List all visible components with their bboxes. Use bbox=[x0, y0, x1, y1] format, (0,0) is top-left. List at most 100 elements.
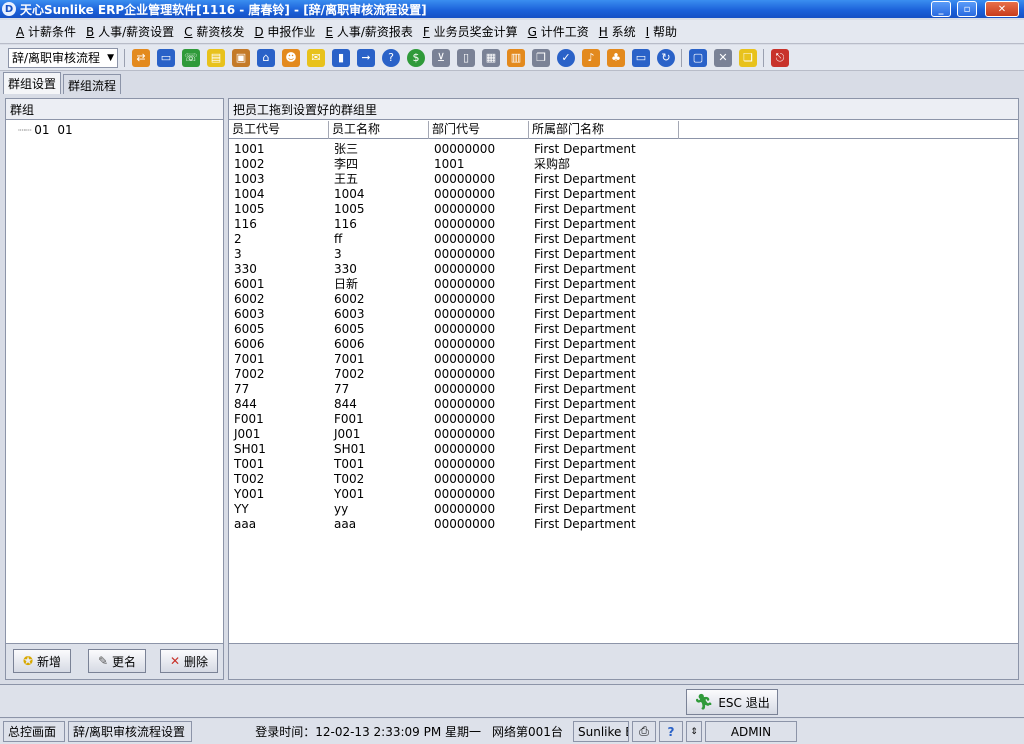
minimize-button[interactable]: _ bbox=[931, 1, 951, 17]
status-spinner-button[interactable]: ⇕ bbox=[686, 721, 702, 742]
cascade-windows-icon[interactable]: ❏ bbox=[739, 48, 757, 67]
cell-dept-code: 00000000 bbox=[434, 457, 496, 471]
menu-label: 申报作业 bbox=[263, 25, 316, 39]
check-icon[interactable]: ✓ bbox=[557, 48, 575, 67]
copy-icon[interactable]: ❐ bbox=[532, 48, 550, 67]
table-row[interactable]: 1002 李四 1001 采购部 bbox=[229, 157, 1018, 172]
table-row[interactable]: F001 F001 00000000 First Department bbox=[229, 412, 1018, 427]
menu-item-help[interactable]: I 帮助 bbox=[646, 23, 677, 40]
table-row[interactable]: 7001 7001 00000000 First Department bbox=[229, 352, 1018, 367]
table-row[interactable]: T001 T001 00000000 First Department bbox=[229, 457, 1018, 472]
cell-emp-code: SH01 bbox=[234, 442, 266, 456]
mail-icon[interactable]: ✉ bbox=[307, 48, 325, 67]
table-row[interactable]: 330 330 00000000 First Department bbox=[229, 262, 1018, 277]
status-tray-icon[interactable]: ⎙ bbox=[632, 721, 656, 742]
cell-dept-name: First Department bbox=[534, 442, 636, 456]
menu-item-hr-reports[interactable]: E 人事/薪资报表 bbox=[325, 23, 412, 40]
help-icon[interactable]: ? bbox=[382, 48, 400, 67]
cell-emp-name: ff bbox=[334, 232, 343, 246]
table-row[interactable]: 1005 1005 00000000 First Department bbox=[229, 202, 1018, 217]
menu-item-hr-settings[interactable]: B 人事/薪资设置 bbox=[86, 23, 174, 40]
table-row[interactable]: 6002 6002 00000000 First Department bbox=[229, 292, 1018, 307]
table-row[interactable]: 7002 7002 00000000 First Department bbox=[229, 367, 1018, 382]
document-icon[interactable]: ▯ bbox=[457, 48, 475, 67]
table-row[interactable]: Y001 Y001 00000000 First Department bbox=[229, 487, 1018, 502]
table-row[interactable]: 77 77 00000000 First Department bbox=[229, 382, 1018, 397]
transfer-icon[interactable]: ⇄ bbox=[132, 48, 150, 67]
table-row[interactable]: 844 844 00000000 First Department bbox=[229, 397, 1018, 412]
maximize-button[interactable]: ▫ bbox=[957, 1, 977, 17]
database-icon[interactable]: ▥ bbox=[507, 48, 525, 67]
col-header-dept-name[interactable]: 所属部门名称 bbox=[529, 121, 679, 139]
close-icon: ✕ bbox=[997, 3, 1007, 15]
close-button[interactable]: ✕ bbox=[985, 1, 1019, 17]
monitor-icon[interactable]: ▭ bbox=[157, 48, 175, 67]
rename-button[interactable]: ✎ 更名 bbox=[88, 649, 146, 673]
cell-dept-name: First Department bbox=[534, 322, 636, 336]
col-header-emp-code[interactable]: 员工代号 bbox=[229, 121, 329, 139]
tab-group-settings[interactable]: 群组设置 bbox=[3, 72, 62, 94]
delete-button[interactable]: ✕ 删除 bbox=[160, 649, 218, 673]
table-row[interactable]: YY yy 00000000 First Department bbox=[229, 502, 1018, 517]
calculator-icon[interactable]: ▦ bbox=[482, 48, 500, 67]
close-window-icon[interactable]: ✕ bbox=[714, 48, 732, 67]
users-icon[interactable]: ☻ bbox=[282, 48, 300, 67]
table-row[interactable]: 6003 6003 00000000 First Department bbox=[229, 307, 1018, 322]
cart-icon[interactable]: ⊻ bbox=[432, 48, 450, 67]
col-header-emp-name[interactable]: 员工名称 bbox=[329, 121, 429, 139]
folder-icon[interactable]: ▤ bbox=[207, 48, 225, 67]
pin-icon[interactable]: ➞ bbox=[357, 48, 375, 67]
lightbulb-icon: ✪ bbox=[22, 654, 34, 668]
menu-item-sales-bonus[interactable]: F 业务员奖金计算 bbox=[423, 23, 518, 40]
table-row[interactable]: 6001 日新 00000000 First Department bbox=[229, 277, 1018, 292]
status-current-window[interactable]: 辞/离职审核流程设置 bbox=[68, 721, 192, 742]
status-home[interactable]: 总控画面 bbox=[3, 721, 65, 742]
status-login-time: 登录时间：12-02-13 2:33:09 PM 星期一 bbox=[195, 721, 485, 742]
employee-grid[interactable]: 员工代号 员工名称 部门代号 所属部门名称 1001 张三 00000000 Firs… bbox=[229, 121, 1018, 643]
add-button[interactable]: ✪ 新增 bbox=[13, 649, 71, 673]
table-row[interactable]: 6005 6005 00000000 First Department bbox=[229, 322, 1018, 337]
cell-emp-code: 1004 bbox=[234, 187, 265, 201]
tree-node-01[interactable]: ┈┈ 01 01 bbox=[12, 123, 217, 137]
table-row[interactable]: 2 ff 00000000 First Department bbox=[229, 232, 1018, 247]
home-icon[interactable]: ⌂ bbox=[257, 48, 275, 67]
table-row[interactable]: aaa aaa 00000000 First Department bbox=[229, 517, 1018, 532]
tab-label: 群组设置 bbox=[8, 77, 57, 91]
org-chart-icon[interactable]: ♣ bbox=[607, 48, 625, 67]
cell-dept-name: First Department bbox=[534, 292, 636, 306]
refresh-icon[interactable]: ↻ bbox=[657, 48, 675, 67]
menu-bar: A 计薪条件 B 人事/薪资设置 C 薪资核发 D 申报作业 E 人事/薪资报表… bbox=[0, 20, 1024, 44]
col-header-dept-code[interactable]: 部门代号 bbox=[429, 121, 529, 139]
window-icon[interactable]: ▢ bbox=[689, 48, 707, 67]
menu-item-declaration[interactable]: D 申报作业 bbox=[254, 23, 315, 40]
status-help-button[interactable]: ? bbox=[659, 721, 683, 742]
bell-icon[interactable]: ♪ bbox=[582, 48, 600, 67]
book-icon[interactable]: ▮ bbox=[332, 48, 350, 67]
table-row[interactable]: T002 T002 00000000 First Department bbox=[229, 472, 1018, 487]
menu-label: 系统 bbox=[607, 25, 636, 39]
phone-icon[interactable]: ☏ bbox=[182, 48, 200, 67]
menu-item-system[interactable]: H 系统 bbox=[599, 23, 636, 40]
tree-line-icon: ┈┈ bbox=[18, 123, 31, 137]
table-row[interactable]: 116 116 00000000 First Department bbox=[229, 217, 1018, 232]
menu-item-calc-conditions[interactable]: A 计薪条件 bbox=[16, 23, 76, 40]
briefcase-icon[interactable]: ▣ bbox=[232, 48, 250, 67]
menu-item-piecework[interactable]: G 计件工资 bbox=[528, 23, 589, 40]
cell-dept-code: 00000000 bbox=[434, 187, 496, 201]
table-row[interactable]: 1004 1004 00000000 First Department bbox=[229, 187, 1018, 202]
table-row[interactable]: 1003 王五 00000000 First Department bbox=[229, 172, 1018, 187]
flow-select[interactable]: 辞/离职审核流程 ▼ bbox=[8, 47, 118, 68]
computer-icon[interactable]: ▭ bbox=[632, 48, 650, 67]
menu-label: 人事/薪资设置 bbox=[94, 25, 175, 39]
menu-item-payroll[interactable]: C 薪资核发 bbox=[184, 23, 244, 40]
table-row[interactable]: 3 3 00000000 First Department bbox=[229, 247, 1018, 262]
table-row[interactable]: SH01 SH01 00000000 First Department bbox=[229, 442, 1018, 457]
menu-label: 计件工资 bbox=[536, 25, 589, 39]
esc-exit-button[interactable]: 🏃︎ ESC 退出 bbox=[686, 689, 778, 715]
dollar-icon[interactable]: $ bbox=[407, 48, 425, 67]
tab-group-flow[interactable]: 群组流程 bbox=[63, 74, 122, 94]
table-row[interactable]: 1001 张三 00000000 First Department bbox=[229, 142, 1018, 157]
table-row[interactable]: J001 J001 00000000 First Department bbox=[229, 427, 1018, 442]
exit-icon[interactable]: ⎋ bbox=[771, 48, 789, 67]
table-row[interactable]: 6006 6006 00000000 First Department bbox=[229, 337, 1018, 352]
